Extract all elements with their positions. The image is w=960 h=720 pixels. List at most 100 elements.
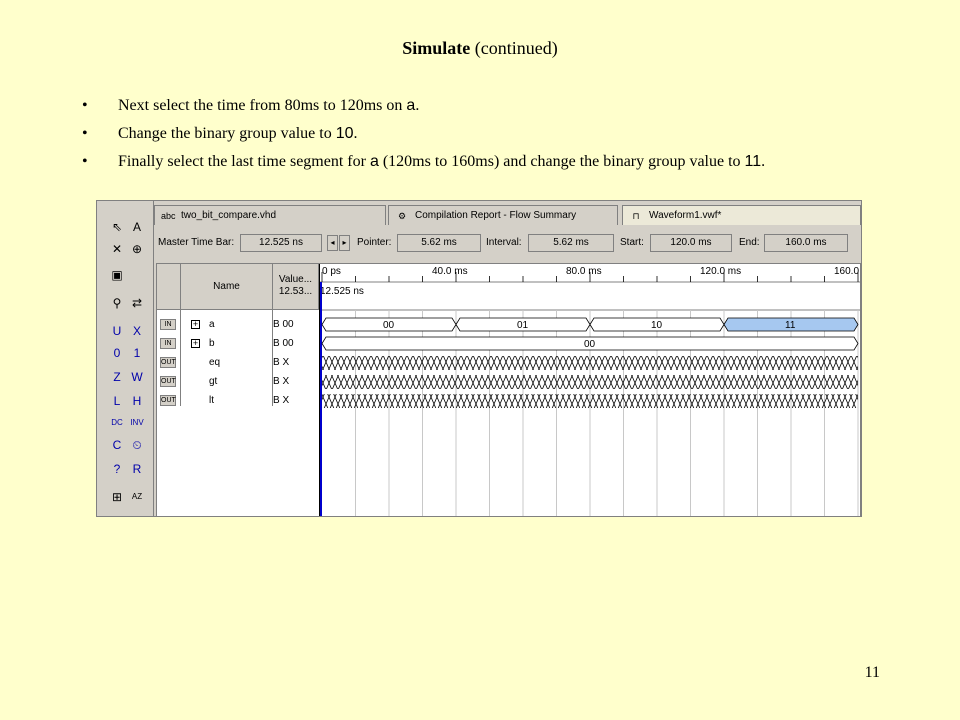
- output-pin-icon: OUT: [160, 376, 176, 387]
- bullet-code: 11: [744, 153, 762, 170]
- pin-column-header: [157, 264, 181, 310]
- time-label: 160.0 ms: [834, 266, 860, 277]
- signal-row-a[interactable]: IN + a B 00: [157, 316, 319, 334]
- name-column-header[interactable]: Name: [181, 264, 273, 310]
- bullet-text: Next select the time from 80ms to 120ms …: [118, 97, 407, 114]
- tab-label: Compilation Report - Flow Summary: [415, 210, 577, 221]
- dont-care-icon[interactable]: DC: [107, 413, 127, 433]
- tab-waveform[interactable]: ⊓ Waveform1.vwf*: [622, 205, 861, 225]
- signal-value: B 00: [273, 338, 294, 349]
- document-tabs: abc two_bit_compare.vhd ⚙ Compilation Re…: [154, 205, 861, 227]
- forcing-high-icon[interactable]: 1: [127, 343, 147, 363]
- high-impedance-icon[interactable]: Z: [107, 367, 127, 387]
- zoom-tool-icon[interactable]: ⊕: [127, 239, 147, 259]
- signal-name-pane: Name Value... 12.53... IN + a B 00 IN + b B 00 O…: [157, 264, 319, 516]
- input-pin-icon: IN: [160, 338, 176, 349]
- unknown-waveform-gt: [322, 375, 858, 389]
- waveform-editor-screenshot: ⇖ A ✕ ⊕ ▣ ⚲ ⇄ U X 0 1 Z W L H DC INV C ⏲? R ⊞ AZ abc two_bit_…: [96, 200, 862, 517]
- expand-group-icon[interactable]: +: [191, 320, 200, 329]
- time-label: 80.0 ms: [566, 266, 602, 277]
- time-label: 40.0 ms: [432, 266, 468, 277]
- slide-title: Simulate (continued): [0, 38, 960, 59]
- pointer-field: 5.62 ms: [397, 234, 481, 252]
- forcing-low-icon[interactable]: 0: [107, 343, 127, 363]
- text-tool-icon[interactable]: A: [127, 217, 147, 237]
- snap-to-grid-icon[interactable]: ⊞: [107, 487, 127, 507]
- pointer-label: Pointer:: [357, 237, 392, 248]
- output-pin-icon: OUT: [160, 395, 176, 406]
- unknown-icon[interactable]: X: [127, 321, 147, 341]
- value-column-header[interactable]: Value... 12.53...: [273, 264, 319, 310]
- expand-group-icon[interactable]: +: [191, 339, 200, 348]
- vhdl-file-icon: abc: [161, 211, 176, 221]
- interval-label: Interval:: [486, 237, 522, 248]
- bus-a-value: 11: [785, 320, 796, 331]
- signal-name: gt: [209, 376, 218, 387]
- signal-row-gt[interactable]: OUT gt B X: [157, 373, 319, 391]
- invert-icon[interactable]: INV: [127, 413, 147, 433]
- replace-icon[interactable]: ⇄: [127, 293, 147, 313]
- tab-label: Waveform1.vwf*: [649, 210, 722, 221]
- bullet-text: Finally select the last time segment for: [118, 153, 370, 170]
- sort-icon[interactable]: AZ: [127, 487, 147, 507]
- tab-label: two_bit_compare.vhd: [181, 210, 277, 221]
- bullet-code: 10: [335, 125, 354, 142]
- bullet-item: Change the binary group value to 10.: [82, 120, 922, 148]
- previous-transition-button[interactable]: ◂: [327, 235, 338, 251]
- full-screen-icon[interactable]: ▣: [107, 265, 127, 285]
- waveform-icon: ⊓: [632, 211, 640, 221]
- bullet-code: a: [369, 153, 379, 170]
- tab-vhd-file[interactable]: abc two_bit_compare.vhd: [154, 205, 386, 225]
- output-pin-icon: OUT: [160, 357, 176, 368]
- value-header-time: 12.53...: [278, 286, 313, 297]
- signal-value: B X: [273, 395, 290, 406]
- signal-name: lt: [209, 395, 214, 406]
- bullet-code: a: [406, 97, 416, 114]
- bullet-text: (120ms to 160ms) and change the binary g…: [378, 153, 745, 170]
- bullet-list: Next select the time from 80ms to 120ms …: [82, 92, 922, 176]
- end-field: 160.0 ms: [764, 234, 848, 252]
- clock-icon[interactable]: ⏲: [127, 435, 147, 455]
- compilation-report-icon: ⚙: [397, 211, 407, 221]
- start-field: 120.0 ms: [650, 234, 732, 252]
- tab-compilation-report[interactable]: ⚙ Compilation Report - Flow Summary: [388, 205, 618, 225]
- arbitrary-value-icon[interactable]: ?: [107, 459, 127, 479]
- time-toolbar: Master Time Bar: 12.525 ns ◂ ▸ Pointer: …: [154, 231, 861, 255]
- signal-row-eq[interactable]: OUT eq B X: [157, 354, 319, 372]
- input-pin-icon: IN: [160, 319, 176, 330]
- bus-a-value: 10: [651, 320, 663, 331]
- signal-value: B X: [273, 357, 290, 368]
- count-value-icon[interactable]: C: [107, 435, 127, 455]
- weak-high-icon[interactable]: H: [127, 391, 147, 411]
- waveform-tool-palette: ⇖ A ✕ ⊕ ▣ ⚲ ⇄ U X 0 1 Z W L H DC INV C ⏲? R ⊞ AZ: [97, 201, 154, 516]
- waveform-canvas[interactable]: 0 ps 40.0 ms 80.0 ms 120.0 ms 160.0 ms 12.525…: [320, 264, 860, 517]
- signal-row-b[interactable]: IN + b B 00: [157, 335, 319, 353]
- weak-unknown-icon[interactable]: W: [127, 367, 147, 387]
- bus-b-value: 00: [584, 339, 596, 350]
- bullet-item: Next select the time from 80ms to 120ms …: [82, 92, 922, 120]
- slide-title-bold: Simulate: [402, 38, 471, 58]
- waveform-display[interactable]: 0 ps 40.0 ms 80.0 ms 120.0 ms 160.0 ms 12.525…: [320, 264, 860, 517]
- waveform-editing-tool-icon[interactable]: ✕: [107, 239, 127, 259]
- signal-name: eq: [209, 357, 221, 368]
- weak-low-icon[interactable]: L: [107, 391, 127, 411]
- random-value-icon[interactable]: R: [127, 459, 147, 479]
- interval-field: 5.62 ms: [528, 234, 614, 252]
- bullet-text: .: [415, 97, 420, 114]
- find-icon[interactable]: ⚲: [107, 293, 127, 313]
- signal-name: b: [209, 338, 215, 349]
- start-label: Start:: [620, 237, 644, 248]
- bullet-text: .: [353, 125, 358, 142]
- master-time-bar-label: Master Time Bar:: [158, 237, 235, 248]
- next-transition-button[interactable]: ▸: [339, 235, 350, 251]
- bullet-item: Finally select the last time segment for…: [82, 148, 922, 176]
- signal-name: a: [209, 319, 215, 330]
- slide-title-rest: (continued): [470, 38, 558, 58]
- uninitialized-icon[interactable]: U: [107, 321, 127, 341]
- unknown-waveform-eq: [322, 356, 858, 370]
- signal-row-lt[interactable]: OUT lt B X: [157, 392, 319, 410]
- master-time-bar-field[interactable]: 12.525 ns: [240, 234, 322, 252]
- signal-value: B 00: [273, 319, 294, 330]
- value-header-label: Value...: [278, 274, 313, 285]
- selection-tool-icon[interactable]: ⇖: [107, 217, 127, 237]
